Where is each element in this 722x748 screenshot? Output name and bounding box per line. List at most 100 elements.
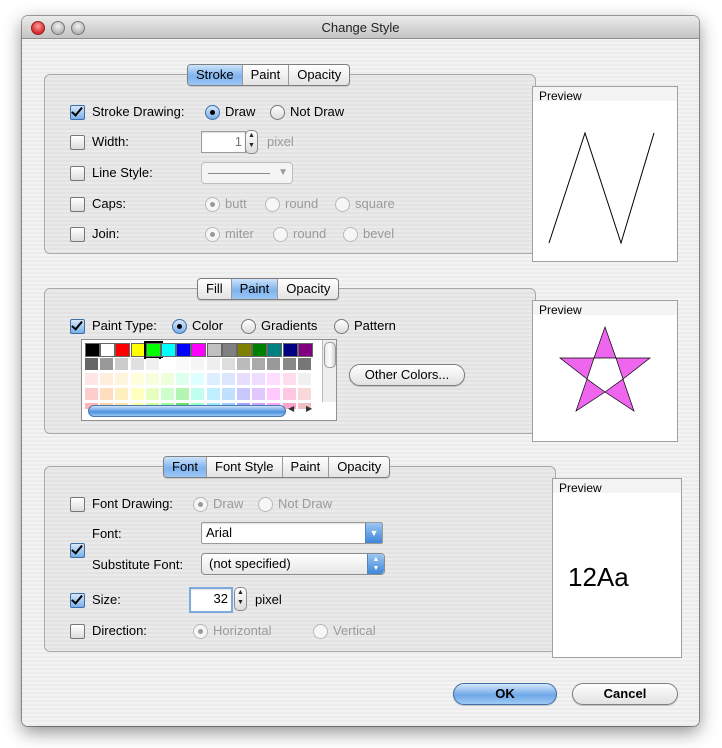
direction-vertical-radio[interactable] <box>313 624 328 639</box>
color-swatch[interactable] <box>206 373 220 385</box>
color-swatch[interactable] <box>130 373 144 385</box>
substitute-font-popup[interactable]: (not specified) ▲ ▼ <box>201 553 385 575</box>
width-input[interactable]: 1 <box>201 131 246 153</box>
color-swatch[interactable] <box>115 388 129 400</box>
color-swatch[interactable] <box>221 373 235 385</box>
caps-butt-radio[interactable] <box>205 197 220 212</box>
color-swatch[interactable] <box>267 343 283 357</box>
line-style-checkbox[interactable] <box>70 166 85 181</box>
ok-button[interactable]: OK <box>453 683 557 705</box>
color-swatch[interactable] <box>100 343 116 357</box>
color-swatch[interactable] <box>206 388 220 400</box>
color-swatch[interactable] <box>252 358 266 370</box>
other-colors-button[interactable]: Other Colors... <box>349 364 465 386</box>
tab-paint[interactable]: Paint <box>241 65 289 85</box>
stroke-draw-radio[interactable] <box>205 105 220 120</box>
color-swatch[interactable] <box>252 388 266 400</box>
caps-checkbox[interactable] <box>70 197 85 212</box>
direction-checkbox[interactable] <box>70 624 85 639</box>
color-swatch[interactable] <box>115 343 131 357</box>
color-swatch[interactable] <box>176 343 192 357</box>
color-swatch[interactable] <box>145 358 159 370</box>
color-swatch[interactable] <box>143 341 163 359</box>
color-swatch[interactable] <box>100 358 114 370</box>
color-swatch[interactable] <box>297 358 311 370</box>
color-swatch[interactable] <box>176 388 190 400</box>
scroll-left-icon[interactable]: ◀ <box>288 404 294 413</box>
color-swatch[interactable] <box>206 343 222 357</box>
tab-font-opacity[interactable]: Opacity <box>328 457 389 477</box>
color-swatch[interactable] <box>85 358 98 370</box>
join-checkbox[interactable] <box>70 227 85 242</box>
line-style-popup[interactable]: ▼ <box>201 162 293 184</box>
paint-pattern-radio[interactable] <box>334 319 349 334</box>
tab-fill-paint[interactable]: Paint <box>230 279 278 299</box>
color-swatch[interactable] <box>145 388 159 400</box>
color-swatch[interactable] <box>130 358 144 370</box>
color-swatch[interactable] <box>130 343 146 357</box>
scroll-right-icon[interactable]: ▶ <box>306 404 312 413</box>
paint-gradients-radio[interactable] <box>241 319 256 334</box>
color-swatch[interactable] <box>115 373 129 385</box>
palette-vertical-scrollbar[interactable] <box>322 340 336 402</box>
color-swatch[interactable] <box>85 388 98 400</box>
color-swatch[interactable] <box>191 358 205 370</box>
font-combo[interactable]: Arial ▼ <box>201 522 383 544</box>
color-swatch[interactable] <box>161 373 174 385</box>
palette-horizontal-scrollbar[interactable] <box>88 405 286 417</box>
font-draw-radio[interactable] <box>193 497 208 512</box>
color-swatch[interactable] <box>282 373 296 385</box>
color-swatch[interactable] <box>282 358 296 370</box>
color-swatch[interactable] <box>297 388 311 400</box>
paint-type-checkbox[interactable] <box>70 319 85 334</box>
color-swatch[interactable] <box>191 343 207 357</box>
color-swatch[interactable] <box>145 373 159 385</box>
cancel-button[interactable]: Cancel <box>572 683 678 705</box>
color-palette[interactable]: ◀ ▶ <box>81 339 337 421</box>
palette-scroll-thumb[interactable] <box>324 342 336 368</box>
caps-square-radio[interactable] <box>335 197 350 212</box>
color-swatch[interactable] <box>237 388 250 400</box>
tab-fill-opacity[interactable]: Opacity <box>277 279 338 299</box>
width-checkbox[interactable] <box>70 135 85 150</box>
color-swatch[interactable] <box>237 373 250 385</box>
paint-color-radio[interactable] <box>172 319 187 334</box>
color-swatch[interactable] <box>115 358 129 370</box>
color-swatch[interactable] <box>297 373 311 385</box>
color-swatch[interactable] <box>267 388 281 400</box>
tab-fill[interactable]: Fill <box>198 279 231 299</box>
color-swatch[interactable] <box>237 358 250 370</box>
color-swatch[interactable] <box>221 358 235 370</box>
color-swatch[interactable] <box>282 388 296 400</box>
color-swatch[interactable] <box>130 388 144 400</box>
tab-opacity[interactable]: Opacity <box>288 65 349 85</box>
color-swatch[interactable] <box>100 373 114 385</box>
join-round-radio[interactable] <box>273 227 288 242</box>
caps-round-radio[interactable] <box>265 197 280 212</box>
color-swatch[interactable] <box>100 388 114 400</box>
join-miter-radio[interactable] <box>205 227 220 242</box>
color-swatch[interactable] <box>267 358 281 370</box>
width-stepper[interactable]: ▲ ▼ <box>245 130 258 154</box>
font-drawing-checkbox[interactable] <box>70 497 85 512</box>
color-swatch[interactable] <box>252 343 268 357</box>
stroke-not-draw-radio[interactable] <box>270 105 285 120</box>
font-combo-arrow-icon[interactable]: ▼ <box>365 523 382 543</box>
color-swatch[interactable] <box>176 373 190 385</box>
color-swatch[interactable] <box>161 388 174 400</box>
color-swatch[interactable] <box>267 373 281 385</box>
color-swatch[interactable] <box>191 373 205 385</box>
font-checkbox[interactable] <box>70 543 85 558</box>
color-swatch[interactable] <box>191 388 205 400</box>
color-swatch[interactable] <box>206 358 220 370</box>
color-swatch[interactable] <box>161 358 174 370</box>
tab-font-style[interactable]: Font Style <box>206 457 282 477</box>
color-swatch[interactable] <box>85 343 100 357</box>
color-swatch[interactable] <box>221 388 235 400</box>
font-not-draw-radio[interactable] <box>258 497 273 512</box>
size-checkbox[interactable] <box>70 593 85 608</box>
stroke-drawing-checkbox[interactable] <box>70 105 85 120</box>
color-swatch[interactable] <box>297 343 313 357</box>
color-swatch[interactable] <box>252 373 266 385</box>
color-swatch[interactable] <box>237 343 252 357</box>
